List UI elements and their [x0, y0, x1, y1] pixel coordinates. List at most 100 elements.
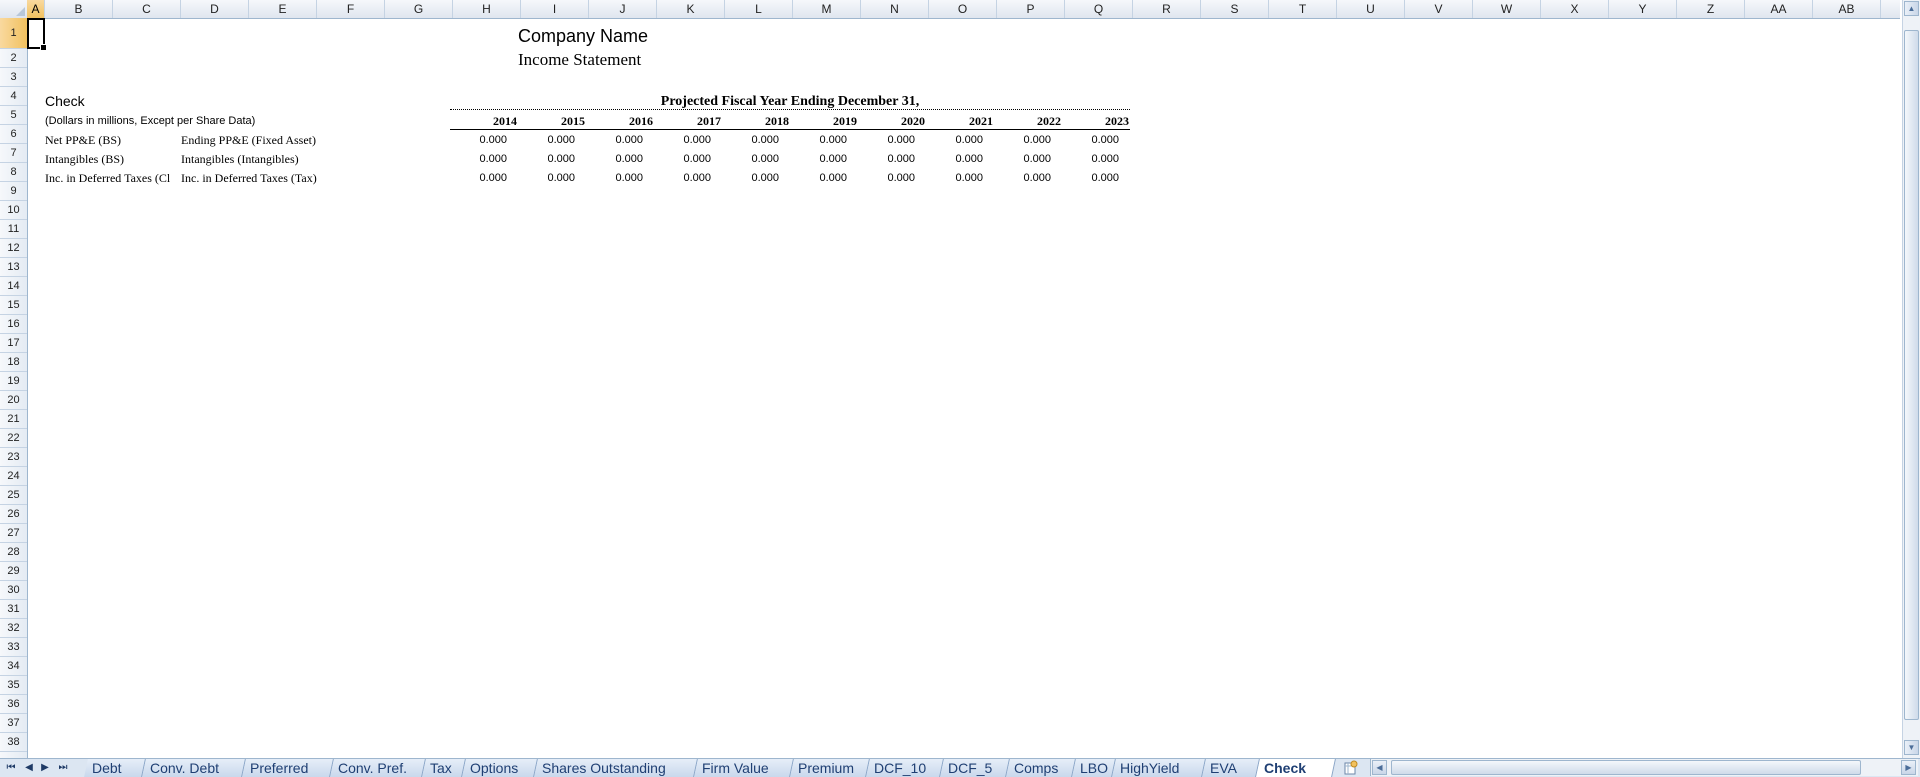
column-header-aa[interactable]: AA: [1745, 0, 1813, 18]
column-header-v[interactable]: V: [1405, 0, 1473, 18]
check-value-cell[interactable]: 0.000: [507, 134, 575, 146]
check-line-source[interactable]: Inc. in Deferred Taxes (Tax): [181, 171, 317, 186]
column-header-a[interactable]: A: [27, 0, 45, 18]
column-header-q[interactable]: Q: [1065, 0, 1133, 18]
sheet-tab-conv-pref-[interactable]: Conv. Pref.: [330, 759, 426, 777]
vertical-scroll-thumb[interactable]: [1904, 30, 1919, 720]
check-line-label[interactable]: Intangibles (BS): [45, 152, 181, 167]
row-header-2[interactable]: 2: [0, 49, 27, 68]
next-sheet-icon[interactable]: ▶: [38, 761, 52, 775]
row-header-11[interactable]: 11: [0, 220, 27, 239]
row-header-30[interactable]: 30: [0, 581, 27, 600]
column-header-k[interactable]: K: [657, 0, 725, 18]
year-header[interactable]: 2019: [789, 114, 857, 129]
sheet-tab-check[interactable]: Check: [1256, 759, 1336, 777]
check-value-cell[interactable]: 0.000: [847, 134, 915, 146]
column-header-s[interactable]: S: [1201, 0, 1269, 18]
check-value-cell[interactable]: 0.000: [779, 153, 847, 165]
row-header-21[interactable]: 21: [0, 410, 27, 429]
column-header-j[interactable]: J: [589, 0, 657, 18]
scroll-up-icon[interactable]: ▲: [1904, 1, 1919, 16]
horizontal-scrollbar[interactable]: ◀ ▶: [1370, 759, 1918, 776]
sheet-tab-dcf-10[interactable]: DCF_10: [866, 759, 944, 777]
year-header[interactable]: 2022: [993, 114, 1061, 129]
sheet-tab-eva[interactable]: EVA: [1202, 759, 1260, 777]
row-header-28[interactable]: 28: [0, 543, 27, 562]
units-note[interactable]: (Dollars in millions, Except per Share D…: [45, 115, 255, 127]
sheet-tab-debt[interactable]: Debt: [84, 759, 146, 777]
check-value-cell[interactable]: 0.000: [439, 172, 507, 184]
prev-sheet-icon[interactable]: ◀: [22, 761, 36, 775]
check-value-cell[interactable]: 0.000: [711, 134, 779, 146]
company-name[interactable]: Company Name: [518, 26, 648, 47]
column-header-n[interactable]: N: [861, 0, 929, 18]
check-value-cell[interactable]: 0.000: [575, 172, 643, 184]
sheet-tab-premium[interactable]: Premium: [790, 759, 870, 777]
column-header-e[interactable]: E: [249, 0, 317, 18]
row-header-14[interactable]: 14: [0, 277, 27, 296]
column-header-c[interactable]: C: [113, 0, 181, 18]
check-value-cell[interactable]: 0.000: [711, 172, 779, 184]
column-header-x[interactable]: X: [1541, 0, 1609, 18]
row-header-36[interactable]: 36: [0, 695, 27, 714]
row-header-22[interactable]: 22: [0, 429, 27, 448]
sheet-tab-conv-debt[interactable]: Conv. Debt: [142, 759, 246, 777]
check-value-cell[interactable]: 0.000: [643, 172, 711, 184]
sheet-tab-comps[interactable]: Comps: [1006, 759, 1076, 777]
check-value-cell[interactable]: 0.000: [915, 153, 983, 165]
check-value-cell[interactable]: 0.000: [847, 172, 915, 184]
check-value-cell[interactable]: 0.000: [847, 153, 915, 165]
row-header-8[interactable]: 8: [0, 163, 27, 182]
sheet-tab-lbo[interactable]: LBO: [1072, 759, 1116, 777]
row-header-10[interactable]: 10: [0, 201, 27, 220]
row-header-17[interactable]: 17: [0, 334, 27, 353]
check-value-cell[interactable]: 0.000: [643, 153, 711, 165]
column-header-y[interactable]: Y: [1609, 0, 1677, 18]
year-header[interactable]: 2020: [857, 114, 925, 129]
column-header-b[interactable]: B: [45, 0, 113, 18]
row-header-24[interactable]: 24: [0, 467, 27, 486]
first-sheet-icon[interactable]: ⏮: [4, 761, 18, 775]
check-value-cell[interactable]: 0.000: [915, 134, 983, 146]
sheet-tab-tax[interactable]: Tax: [422, 759, 466, 777]
year-header[interactable]: 2015: [517, 114, 585, 129]
sheet-tab-shares-outstanding[interactable]: Shares Outstanding: [534, 759, 698, 777]
row-header-19[interactable]: 19: [0, 372, 27, 391]
check-value-cell[interactable]: 0.000: [575, 153, 643, 165]
row-header-34[interactable]: 34: [0, 657, 27, 676]
column-header-t[interactable]: T: [1269, 0, 1337, 18]
column-header-r[interactable]: R: [1133, 0, 1201, 18]
row-header-20[interactable]: 20: [0, 391, 27, 410]
check-value-cell[interactable]: 0.000: [983, 172, 1051, 184]
column-header-l[interactable]: L: [725, 0, 793, 18]
row-header-33[interactable]: 33: [0, 638, 27, 657]
check-value-cell[interactable]: 0.000: [711, 153, 779, 165]
check-value-cell[interactable]: 0.000: [983, 134, 1051, 146]
year-header[interactable]: 2017: [653, 114, 721, 129]
check-value-cell[interactable]: 0.000: [915, 172, 983, 184]
check-value-cell[interactable]: 0.000: [779, 134, 847, 146]
row-header-29[interactable]: 29: [0, 562, 27, 581]
column-header-h[interactable]: H: [453, 0, 521, 18]
row-header-15[interactable]: 15: [0, 296, 27, 315]
column-header-d[interactable]: D: [181, 0, 249, 18]
column-header-ab[interactable]: AB: [1813, 0, 1881, 18]
row-header-38[interactable]: 38: [0, 733, 27, 752]
check-line-label[interactable]: Inc. in Deferred Taxes (Cl: [45, 171, 181, 186]
check-line-label[interactable]: Net PP&E (BS): [45, 133, 181, 148]
check-value-cell[interactable]: 0.000: [439, 153, 507, 165]
row-header-7[interactable]: 7: [0, 144, 27, 163]
row-header-1[interactable]: 1: [0, 18, 27, 49]
column-header-o[interactable]: O: [929, 0, 997, 18]
column-header-m[interactable]: M: [793, 0, 861, 18]
row-header-35[interactable]: 35: [0, 676, 27, 695]
check-value-cell[interactable]: 0.000: [779, 172, 847, 184]
row-header-37[interactable]: 37: [0, 714, 27, 733]
row-header-12[interactable]: 12: [0, 239, 27, 258]
check-value-cell[interactable]: 0.000: [507, 172, 575, 184]
sheet-tab-dcf-5[interactable]: DCF_5: [940, 759, 1010, 777]
year-header[interactable]: 2021: [925, 114, 993, 129]
row-header-18[interactable]: 18: [0, 353, 27, 372]
column-header-z[interactable]: Z: [1677, 0, 1745, 18]
check-value-cell[interactable]: 0.000: [507, 153, 575, 165]
